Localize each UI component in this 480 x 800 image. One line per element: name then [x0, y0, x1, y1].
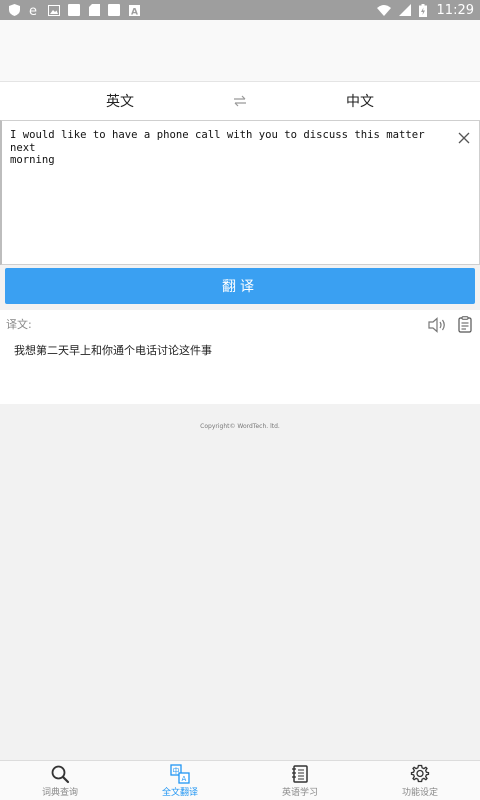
- tab-label: 英语学习: [281, 787, 318, 798]
- tab-label: 词典查询: [41, 787, 78, 798]
- square-icon: [108, 4, 120, 16]
- source-language-button[interactable]: 英文: [20, 91, 220, 111]
- status-bar-right: 11:29: [376, 2, 474, 18]
- status-bar-left: e A: [8, 4, 140, 16]
- tab-label: 功能设定: [401, 787, 438, 798]
- tab-dictionary[interactable]: 词典查询: [0, 761, 120, 800]
- sd-card-icon: [88, 4, 100, 16]
- copyright-text: Copyright© WordTech. ltd.: [200, 423, 280, 430]
- tab-english-learning[interactable]: 英语学习: [240, 761, 360, 800]
- speak-button[interactable]: [428, 317, 448, 333]
- svg-text:A: A: [131, 7, 138, 16]
- tab-label: 全文翻译: [161, 787, 198, 798]
- image-icon: [48, 4, 60, 16]
- a-icon: A: [128, 4, 140, 16]
- result-text: 我想第二天早上和你通个电话讨论这件事: [14, 344, 212, 357]
- source-text-input[interactable]: I would like to have a phone call with y…: [10, 129, 450, 167]
- notebook-icon: [292, 764, 308, 783]
- svg-text:中: 中: [173, 766, 180, 775]
- search-icon: [51, 765, 70, 783]
- signal-icon: [398, 4, 411, 16]
- ie-icon: e: [28, 4, 40, 16]
- translate-icon: 中 A: [170, 763, 190, 784]
- swap-arrows-icon: [234, 95, 246, 107]
- close-icon: [458, 132, 470, 144]
- status-bar: e A 11:29: [0, 0, 480, 20]
- square-icon: [68, 4, 80, 16]
- source-text-area[interactable]: I would like to have a phone call with y…: [0, 120, 480, 265]
- language-bar: 英文 中文: [0, 82, 480, 120]
- swap-languages-button[interactable]: [220, 95, 260, 107]
- wifi-icon: [376, 4, 391, 16]
- clear-button[interactable]: [457, 131, 471, 145]
- svg-text:A: A: [182, 775, 187, 783]
- status-time: 11:29: [436, 2, 474, 18]
- app-header: [0, 20, 480, 82]
- result-label: 译文:: [6, 318, 32, 331]
- target-language-button[interactable]: 中文: [260, 91, 460, 111]
- tab-full-translation[interactable]: 中 A 全文翻译: [120, 761, 240, 800]
- copy-icon: [458, 316, 472, 333]
- shield-icon: [8, 4, 20, 16]
- translation-result: 译文: 我想第二天早上和你通个电话讨论这件事: [0, 310, 480, 404]
- battery-icon: [418, 3, 427, 17]
- bottom-tab-bar: 词典查询 中 A 全文翻译 英语学习 功能设定: [0, 760, 480, 800]
- tab-settings[interactable]: 功能设定: [360, 761, 480, 800]
- translate-button[interactable]: 翻译: [5, 268, 475, 304]
- gear-icon: [410, 764, 430, 782]
- svg-text:e: e: [29, 4, 37, 16]
- copy-button[interactable]: [456, 316, 474, 334]
- speaker-icon: [428, 317, 445, 333]
